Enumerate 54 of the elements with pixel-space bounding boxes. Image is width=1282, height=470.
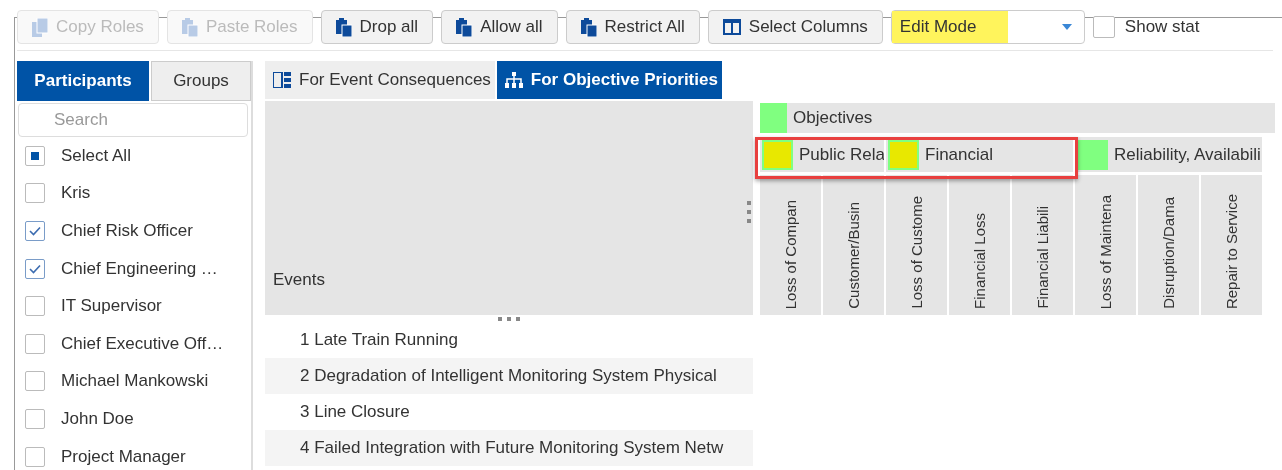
caret-icon [1061,24,1072,30]
checkbox[interactable] [25,296,45,317]
partial-mark-icon [31,151,39,160]
sidebar-tab[interactable]: Groups [151,61,251,101]
paste-icon [580,17,597,37]
toolbar-button[interactable]: Allow all [441,10,558,44]
copy-icon [32,17,48,37]
checkbox[interactable] [25,258,45,279]
group-label: Financial [925,144,994,165]
event-row[interactable]: 4 Failed Integration with Future Monitoring System Netw [265,430,753,466]
checkbox[interactable] [25,333,45,354]
column-header: Disruption/Dama [1138,175,1201,315]
check-icon [29,226,41,236]
checkbox[interactable] [1092,16,1115,38]
checkbox[interactable] [25,371,45,392]
search-field[interactable]: Search [18,103,248,137]
checkbox[interactable] [25,408,45,429]
check-icon [29,263,41,274]
event-row[interactable]: 2 Degradation of Intelligent Monitoring System Physical [265,358,753,394]
participant-name: Project Manager [61,446,186,467]
column-header: Loss of Maintena [1075,175,1138,315]
paste-icon [335,17,352,37]
events-header: Events [265,101,753,315]
mode-dropdown[interactable]: Edit Mode [890,10,1085,44]
list-icon [273,72,291,88]
select-all-label: Select All [61,145,131,166]
participant-name: Michael Mankowski [61,371,209,392]
sidebar-tab[interactable]: Participants [17,61,149,101]
view-tab[interactable]: For Event Consequences [265,61,495,99]
participant-name: Chief Risk Officer [61,221,193,241]
toolbar-button[interactable]: Drop all [320,10,434,44]
participant-name: Kris [61,183,91,204]
toolbar-button[interactable]: Select Columns [707,10,883,44]
group-label: Reliability, Availabili [1114,144,1261,165]
view-tab[interactable]: For Objective Priorities [496,61,722,99]
paste-icon [456,17,473,37]
toolbar-button[interactable]: Restrict All [565,10,700,44]
columns-icon [722,19,741,35]
participant-name: John Doe [61,408,134,429]
checkbox[interactable] [25,183,45,204]
hierarchy-icon [504,72,523,88]
objectives-label: Objectives [793,108,873,128]
participant-name: Chief Executive Off… [61,333,224,354]
checkbox[interactable] [25,446,45,467]
participant-name: Chief Engineering … [61,258,218,279]
column-header: Repair to Service [1201,175,1264,315]
resize-handle-icon[interactable] [498,317,520,321]
checkbox-label: Show stat [1124,17,1200,37]
participant-name: IT Supervisor [61,296,162,317]
paste-icon [181,17,198,37]
drag-handle-icon[interactable] [747,201,751,223]
checkbox[interactable] [25,221,45,241]
checkbox[interactable] [25,145,45,166]
dropdown-value: Edit Mode [891,11,1009,43]
